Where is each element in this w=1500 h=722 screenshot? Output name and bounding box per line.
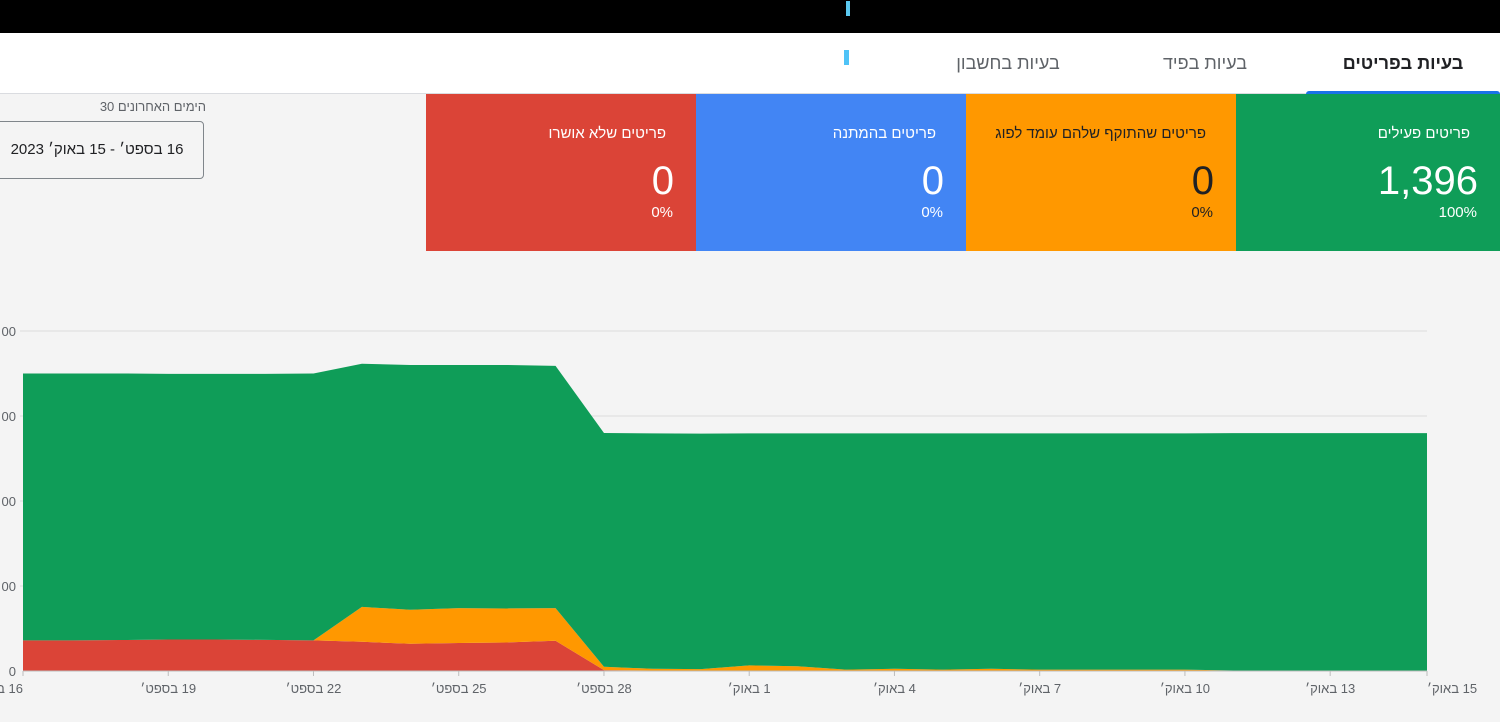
- y-tick-label: 00: [2, 324, 16, 339]
- tab-item-issues[interactable]: בעיות בפריטים: [1306, 33, 1500, 94]
- card-value: 1,396: [1377, 159, 1478, 203]
- top-bar: [0, 0, 1500, 33]
- card-label: פריטים פעילים: [1377, 125, 1470, 142]
- tab-bar: בעיות בפריטים בעיות בפיד בעיות בחשבון: [0, 33, 1500, 94]
- items-chart-svg: 00000000016 בספט׳19 בספט׳22 בספט׳25 בספט…: [0, 324, 1477, 696]
- x-tick-label: 16 בספט׳: [0, 681, 23, 696]
- x-tick-label: 1 באוק׳: [728, 681, 771, 696]
- x-tick-label: 28 בספט׳: [576, 681, 632, 696]
- date-range-caption: 30 הימים האחרונים: [99, 99, 206, 114]
- y-tick-label: 0: [9, 664, 16, 679]
- series-area-2: [23, 363, 1427, 671]
- card-value: 0: [921, 159, 944, 203]
- card-active-items[interactable]: פריטים פעילים 1,396 100%: [1236, 94, 1500, 251]
- card-value: 0: [1191, 159, 1214, 203]
- card-percent: 0%: [921, 204, 943, 221]
- card-label: פריטים שלא אושרו: [548, 125, 666, 142]
- card-pending-items[interactable]: פריטים בהמתנה 0 0%: [696, 94, 966, 251]
- card-percent: 0%: [1191, 204, 1213, 221]
- card-percent: 100%: [1438, 204, 1477, 221]
- x-tick-label: 25 בספט׳: [431, 681, 487, 696]
- y-tick-label: 00: [2, 579, 16, 594]
- y-tick-label: 00: [2, 409, 16, 424]
- y-tick-label: 00: [2, 494, 16, 509]
- card-value: 0: [651, 159, 674, 203]
- tab-account-issues[interactable]: בעיות בחשבון: [930, 33, 1086, 93]
- x-tick-label: 4 באוק׳: [873, 681, 916, 696]
- x-tick-label: 15 באוק׳: [1427, 681, 1477, 696]
- date-range-picker[interactable]: 16 בספט׳ - 15 באוק׳ 2023: [0, 121, 204, 179]
- card-label: פריטים שהתוקף שלהם עומד לפוג: [995, 125, 1206, 142]
- x-tick-label: 22 בספט׳: [286, 681, 342, 696]
- tab-feed-issues[interactable]: בעיות בפיד: [1130, 33, 1280, 93]
- card-label: פריטים בהמתנה: [832, 125, 936, 142]
- card-percent: 0%: [651, 204, 673, 221]
- x-tick-label: 7 באוק׳: [1018, 681, 1061, 696]
- loading-indicator: [846, 1, 850, 16]
- x-tick-label: 13 באוק׳: [1305, 681, 1355, 696]
- x-tick-label: 19 בספט׳: [140, 681, 196, 696]
- card-expiring-items[interactable]: פריטים שהתוקף שלהם עומד לפוג 0 0%: [966, 94, 1236, 251]
- card-disapproved-items[interactable]: פריטים שלא אושרו 0 0%: [426, 94, 696, 251]
- items-chart: 00000000016 בספט׳19 בספט׳22 בספט׳25 בספט…: [0, 280, 1500, 722]
- cursor-marker: [844, 50, 849, 65]
- x-tick-label: 10 באוק׳: [1160, 681, 1210, 696]
